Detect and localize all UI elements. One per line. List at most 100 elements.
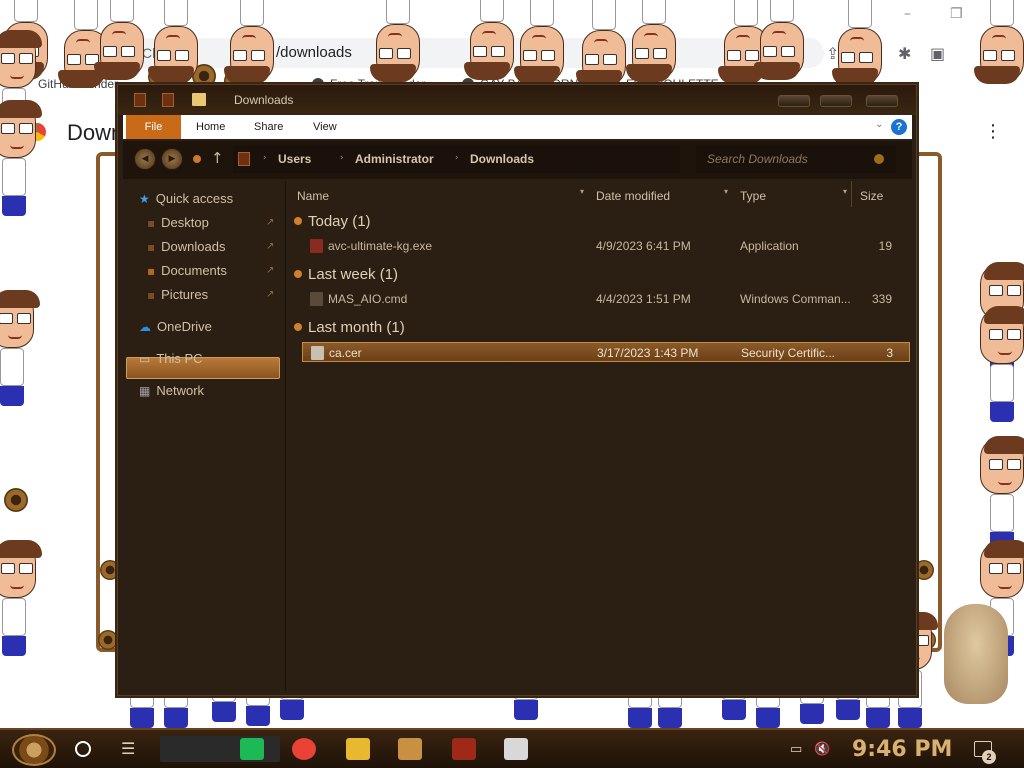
file-type: Windows Comman... (740, 292, 850, 306)
sidebar-item-label: Quick access (155, 191, 234, 206)
tab-view[interactable]: View (313, 121, 337, 133)
media-app-icon[interactable] (398, 738, 422, 760)
breadcrumb-separator[interactable]: › (263, 153, 267, 163)
sidebar-item-label: Documents (161, 263, 227, 278)
column-header-date-modified[interactable]: Date modified ▾ (588, 181, 733, 207)
sidebar-item-label: Pictures (161, 287, 209, 302)
cartoon-figure (832, 0, 886, 86)
hamster-pet (944, 604, 1008, 704)
ribbon: File Home Share View ⌄ ? (123, 115, 912, 139)
search-icon[interactable] (874, 154, 884, 164)
column-dropdown-icon[interactable]: ▾ (724, 187, 728, 196)
task-view-icon[interactable]: ☰ (121, 739, 135, 758)
breadcrumb-downloads[interactable]: Downloads (470, 152, 534, 166)
column-header-type[interactable]: Type ▾ (732, 181, 852, 207)
group-label: Today (1) (308, 213, 371, 230)
sidebar-item-label: This PC (156, 351, 203, 366)
title-bar[interactable]: Downloads (118, 85, 916, 115)
cartoon-figure (370, 0, 424, 82)
column-dropdown-icon[interactable]: ▾ (580, 187, 584, 196)
recent-locations-icon[interactable] (193, 155, 201, 163)
file-type: Application (740, 239, 799, 253)
group-label: Last week (1) (308, 266, 399, 283)
restore-button[interactable]: ❐ (950, 6, 963, 22)
xd-app-icon[interactable] (504, 738, 528, 760)
cartoon-figure (464, 0, 518, 80)
up-button[interactable]: ↑ (211, 149, 224, 167)
url-text[interactable]: /downloads (276, 44, 352, 61)
sidebar-item-documents[interactable]: ▪ Documents (147, 263, 227, 278)
search-button[interactable] (75, 741, 91, 757)
file-row[interactable]: avc-ultimate-kg.exe 4/9/2023 6:41 PM Appli… (302, 236, 910, 256)
cartoon-figure (0, 290, 40, 408)
group-header[interactable]: Last week (1) (294, 266, 398, 283)
group-label: Last month (1) (308, 319, 405, 336)
sidebar-item-onedrive[interactable]: ☁ OneDrive (139, 319, 212, 334)
sidebar-item-desktop[interactable]: ▪ Desktop (147, 215, 209, 230)
gear-icon (914, 560, 934, 580)
breadcrumb-separator[interactable]: › (455, 153, 459, 163)
extensions-icon[interactable]: ✱ (898, 44, 911, 63)
expand-ribbon-icon[interactable]: ⌄ (875, 119, 883, 130)
folder-icon[interactable] (192, 93, 206, 106)
group-header[interactable]: Last month (1) (294, 319, 405, 336)
maximize-button[interactable] (820, 95, 852, 107)
breadcrumb-separator[interactable]: › (340, 153, 344, 163)
file-icon (311, 346, 324, 360)
collapse-group-icon[interactable] (294, 217, 302, 225)
forward-button[interactable]: ▶ (161, 148, 183, 170)
file-row[interactable]: ca.cer 3/17/2023 1:43 PM Security Certific… (302, 342, 910, 362)
collapse-group-icon[interactable] (294, 323, 302, 331)
cartoon-figure (514, 0, 568, 84)
group-header[interactable]: Today (1) (294, 213, 371, 230)
search-box[interactable]: Search Downloads (696, 146, 896, 173)
desktop-icon: ▪ (147, 216, 156, 230)
video-app-icon[interactable] (452, 738, 476, 760)
column-header-name[interactable]: Name ▾ (289, 181, 589, 207)
back-button[interactable]: ◀ (134, 148, 156, 170)
sidebar-item-label: Desktop (161, 215, 209, 230)
collapse-group-icon[interactable] (294, 270, 302, 278)
sidebar-item-pictures[interactable]: ▪ Pictures (147, 287, 208, 302)
minimize-button[interactable]: – (904, 6, 911, 22)
sidebar-item-quick-access[interactable]: ★ Quick access (139, 191, 233, 206)
properties-icon[interactable] (162, 93, 174, 107)
file-size: 19 (878, 239, 892, 253)
sidebar-item-label: OneDrive (157, 319, 212, 334)
chrome-icon[interactable] (292, 738, 316, 760)
file-explorer-icon[interactable] (346, 738, 370, 760)
breadcrumb-administrator[interactable]: Administrator (355, 152, 434, 166)
gear-icon (98, 630, 118, 650)
sidebar-item-network[interactable]: ▦ Network (139, 383, 204, 398)
quick-access-icon[interactable] (134, 93, 146, 107)
clock[interactable]: 9:46 PM (852, 737, 952, 762)
start-button[interactable] (12, 734, 56, 766)
cartoon-figure (224, 0, 278, 84)
column-header-size[interactable]: Size (852, 181, 912, 207)
file-date-modified: 4/4/2023 1:51 PM (596, 292, 691, 306)
cartoon-figure (576, 0, 630, 88)
address-bar[interactable]: › Users › Administrator › Downloads ⌄ ↻ (233, 146, 785, 173)
computer-icon: ▭ (139, 352, 151, 366)
pin-icon: ↗ (266, 217, 275, 228)
tab-home[interactable]: Home (196, 121, 225, 133)
navigation-bar: ◀ ▶ ↑ › Users › Administrator › Download… (123, 141, 912, 179)
minimize-button[interactable] (778, 95, 810, 107)
file-row[interactable]: MAS_AIO.cmd 4/4/2023 1:51 PM Windows Comma… (302, 289, 910, 309)
network-icon[interactable]: ▭ (790, 742, 802, 757)
sidebar-item-this-pc[interactable]: ▭ This PC (139, 351, 203, 366)
column-dropdown-icon[interactable]: ▾ (843, 187, 847, 196)
side-panel-icon[interactable]: ▣ (930, 44, 945, 63)
cartoon-figure (976, 306, 1024, 424)
tab-share[interactable]: Share (254, 121, 283, 133)
tab-file[interactable]: File (126, 115, 181, 139)
breadcrumb-users[interactable]: Users (278, 152, 311, 166)
downloads-menu-icon[interactable]: ⋮ (984, 121, 1002, 142)
close-button[interactable] (866, 95, 898, 107)
help-icon[interactable]: ? (891, 119, 907, 135)
spotify-icon[interactable] (240, 738, 264, 760)
pin-icon: ↗ (266, 265, 275, 276)
sidebar-item-downloads[interactable]: ▪ Downloads (147, 239, 225, 254)
volume-muted-icon[interactable]: 🔇 (814, 742, 830, 757)
cartoon-figure (754, 0, 808, 80)
